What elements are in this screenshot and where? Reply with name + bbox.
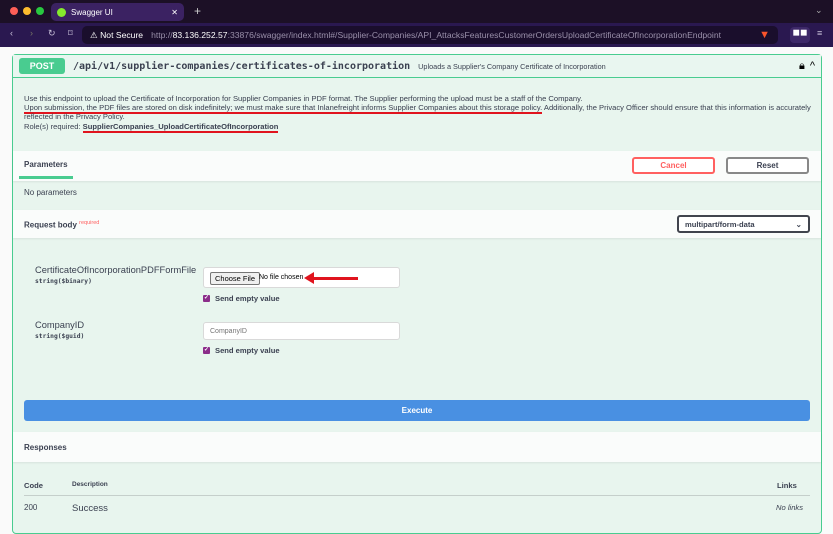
column-header-code: Code [24,481,43,490]
bookmark-icon[interactable]: ⌑ [68,28,73,39]
annotation-arrowhead-icon [304,272,314,284]
url-prefix: http:// [151,30,173,40]
close-window-button[interactable] [10,7,18,15]
reload-icon[interactable]: ↻ [48,28,56,39]
required-label: required [79,220,100,226]
back-icon[interactable]: ‹ [10,28,13,38]
reader-mode-icon[interactable]: ◼◼ [790,27,810,43]
content-type-value: multipart/form-data [685,219,755,229]
lock-icon[interactable]: 🔒︎ [799,60,805,73]
field-name: CertificateOfIncorporationPDFFormFile [35,265,197,275]
security-label: Not Secure [100,29,144,40]
request-body-header: Request body required multipart/form-dat… [13,210,821,238]
description-line: Use this endpoint to upload the Certific… [24,94,583,103]
brave-shield-icon[interactable]: ▼ [759,29,770,41]
collapse-chevron-icon[interactable]: ^ [810,60,815,73]
browser-tab-bar: Swagger UI ✕ + ⌄ [0,0,833,23]
choose-file-button[interactable]: Choose File [210,272,261,285]
cancel-button[interactable]: Cancel [632,157,715,174]
swagger-favicon-icon [57,7,66,17]
forward-icon[interactable]: › [30,28,33,38]
column-header-description: Description [72,481,108,488]
response-links: No links [776,503,804,512]
responses-title: Responses [24,443,67,452]
annotation-arrow-icon [308,277,358,280]
checkbox-checked-icon[interactable]: ✓ [203,295,210,302]
request-body-title: Request body [24,220,77,230]
operation-summary: Uploads a Supplier's Company Certificate… [418,61,606,71]
send-empty-checkbox[interactable]: ✓ Send empty value [203,294,280,303]
operation-header[interactable]: POST /api/v1/supplier-companies/certific… [13,55,821,78]
roles-label: Role(s) required: [24,121,83,131]
checkbox-label: Send empty value [215,294,280,303]
tab-title: Swagger UI [71,7,113,17]
checkbox-label: Send empty value [215,346,280,355]
url-rest: :33876/swagger/index.html#/Supplier-Comp… [227,30,721,40]
file-status: No file chosen [259,274,304,281]
url-host: 83.136.252.57 [172,30,228,40]
minimize-window-button[interactable] [23,7,31,15]
response-description: Success [72,503,108,514]
checkbox-checked-icon[interactable]: ✓ [203,347,210,354]
parameters-header: Parameters Cancel Reset [13,151,821,181]
roles-line: Role(s) required: SupplierCompanies_Uplo… [24,121,814,133]
file-input[interactable]: Choose File No file chosen [203,267,400,288]
menu-icon[interactable]: ≡ [817,28,822,38]
table-divider [24,495,810,496]
roles-value: SupplierCompanies_UploadCertificateOfInc… [82,121,279,133]
maximize-window-button[interactable] [36,7,44,15]
field-type: string($guid) [35,333,85,340]
close-tab-icon[interactable]: ✕ [171,8,178,17]
response-code: 200 [24,503,38,512]
not-secure-indicator[interactable]: ⚠ Not Secure [90,30,143,41]
responses-header: Responses [13,432,821,462]
column-header-links: Links [777,481,797,490]
reset-button[interactable]: Reset [726,157,809,174]
tab-parameters[interactable]: Parameters [19,151,73,179]
execute-button[interactable]: Execute [24,400,810,421]
send-empty-checkbox[interactable]: ✓ Send empty value [203,346,280,355]
company-id-input[interactable] [203,322,400,340]
no-parameters-text: No parameters [24,188,77,197]
method-badge: POST [19,58,65,74]
chevron-down-icon: ⌄ [795,219,802,229]
browser-tab[interactable]: Swagger UI ✕ [51,3,184,21]
new-tab-button[interactable]: + [194,4,201,18]
url-text: http://83.136.252.57:33876/swagger/index… [151,30,721,40]
field-name: CompanyID [35,320,85,330]
url-field[interactable]: ⚠ Not Secure http://83.136.252.57:33876/… [82,26,778,44]
tab-list-chevron-icon[interactable]: ⌄ [815,5,823,16]
operation-description: Use this endpoint to upload the Certific… [24,94,814,133]
content-type-select[interactable]: multipart/form-data ⌄ [677,215,810,233]
operation-path: /api/v1/supplier-companies/certificates-… [73,60,411,72]
description-line: Upon submission, the PDF files are store… [24,103,814,121]
field-type: string($binary) [35,278,92,285]
